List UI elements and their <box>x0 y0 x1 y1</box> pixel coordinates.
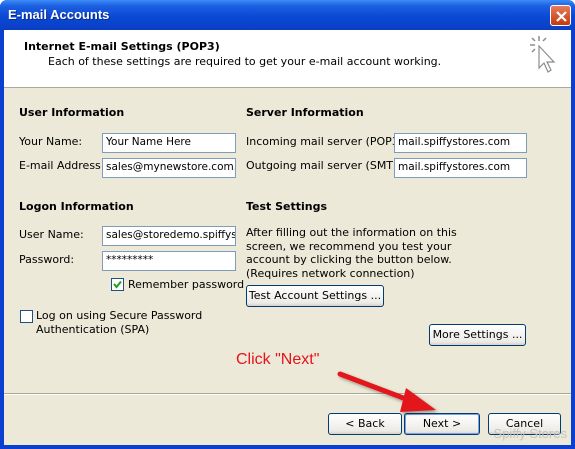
password-label: Password: <box>19 253 75 266</box>
remember-password-checkbox[interactable] <box>111 278 124 291</box>
password-field[interactable]: ********* <box>102 251 236 271</box>
header-subtitle: Each of these settings are required to g… <box>48 55 442 68</box>
checkmark-icon <box>113 280 122 289</box>
your-name-label: Your Name: <box>19 135 83 148</box>
logon-info-heading: Logon Information <box>19 200 134 213</box>
title-bar[interactable]: E-mail Accounts <box>0 0 575 30</box>
email-address-field[interactable]: sales@mynewstore.com.au <box>102 158 236 178</box>
user-name-field[interactable]: sales@storedemo.spiffysto <box>102 226 236 246</box>
email-accounts-window: E-mail Accounts Internet E-mail Settings… <box>0 0 575 449</box>
window-title: E-mail Accounts <box>8 7 110 22</box>
test-settings-description: After filling out the information on thi… <box>246 226 457 280</box>
header-title: Internet E-mail Settings (POP3) <box>24 40 220 53</box>
spa-label[interactable]: Log on using Secure Password Authenticat… <box>36 309 216 336</box>
incoming-server-field[interactable]: mail.spiffystores.com <box>394 133 527 153</box>
click-next-annotation: Click "Next" <box>236 351 320 368</box>
footer-separator <box>4 393 571 395</box>
cursor-sparkle-icon <box>530 36 556 73</box>
user-info-heading: User Information <box>19 106 125 119</box>
remember-password-label[interactable]: Remember password <box>128 278 244 291</box>
close-icon <box>556 11 567 22</box>
outgoing-server-field[interactable]: mail.spiffystores.com <box>394 158 527 178</box>
test-account-settings-button[interactable]: Test Account Settings ... <box>246 285 384 307</box>
spa-checkbox[interactable] <box>20 310 33 323</box>
outgoing-server-label: Outgoing mail server (SMTP): <box>246 159 408 172</box>
wizard-header: Internet E-mail Settings (POP3) Each of … <box>4 30 571 88</box>
server-info-heading: Server Information <box>246 106 364 119</box>
user-name-label: User Name: <box>19 228 84 241</box>
more-settings-button[interactable]: More Settings ... <box>429 324 526 346</box>
email-address-label: E-mail Address: <box>19 159 105 172</box>
red-arrow-icon <box>337 371 436 412</box>
incoming-server-label: Incoming mail server (POP3): <box>246 135 407 148</box>
close-button[interactable] <box>550 5 571 26</box>
your-name-field[interactable]: Your Name Here <box>102 133 236 153</box>
dialog-body: Internet E-mail Settings (POP3) Each of … <box>4 30 571 445</box>
watermark: Spiffy Stores <box>493 426 567 441</box>
test-settings-heading: Test Settings <box>246 200 328 213</box>
